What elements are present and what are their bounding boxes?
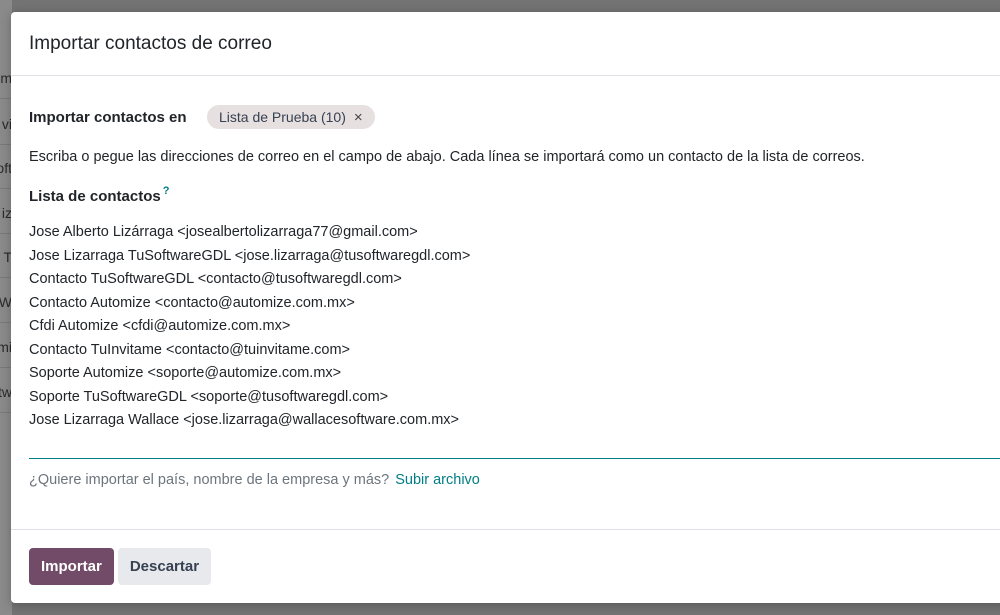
contact-line: Jose Alberto Lizárraga <josealbertolizar… <box>29 224 418 240</box>
mailing-list-tag[interactable]: Lista de Prueba (10) × <box>207 105 375 129</box>
close-icon[interactable]: × <box>354 110 363 125</box>
contacts-list-label: Lista de contactos? <box>29 185 170 205</box>
contact-line: Soporte TuSoftwareGDL <soporte@tusoftwar… <box>29 388 389 405</box>
contact-line: Contacto Automize <contacto@automize.com… <box>29 294 355 311</box>
mailing-list-tag-label: Lista de Prueba (10) <box>219 109 346 125</box>
dialog-footer: Importar Descartar <box>11 529 1000 603</box>
discard-button[interactable]: Descartar <box>117 548 212 585</box>
help-tooltip-icon[interactable]: ? <box>163 185 170 197</box>
import-file-hint: ¿Quiere importar el país, nombre de la e… <box>29 472 480 488</box>
contact-line: Cfdi Automize <cfdi@automize.com.mx> <box>29 318 291 334</box>
import-button[interactable]: Importar <box>29 548 114 585</box>
contacts-list-label-text: Lista de contactos <box>29 188 161 205</box>
mailing-list-label: Importar contactos en <box>29 108 187 126</box>
contact-line: Contacto TuInvitame <contacto@tuinvitame… <box>29 341 350 358</box>
contact-line: Soporte Automize <soporte@automize.com.m… <box>29 365 342 381</box>
dialog-header: Importar contactos de correo <box>11 12 1000 76</box>
contact-line: Jose Lizarraga TuSoftwareGDL <jose.lizar… <box>29 247 471 264</box>
import-file-hint-text: ¿Quiere importar el país, nombre de la e… <box>29 472 390 488</box>
instructions-text: Escriba o pegue las direcciones de corre… <box>29 149 865 165</box>
mailing-list-field: Importar contactos en Lista de Prueba (1… <box>29 105 375 129</box>
contacts-textarea[interactable]: Jose Alberto Lizárraga <josealbertolizar… <box>29 221 1000 459</box>
contact-line: Contacto TuSoftwareGDL <contacto@tusoftw… <box>29 271 402 287</box>
import-contacts-dialog: Importar contactos de correo Importar co… <box>11 12 1000 603</box>
dialog-body: Importar contactos en Lista de Prueba (1… <box>11 76 1000 528</box>
upload-file-link[interactable]: Subir archivo <box>395 472 480 488</box>
dialog-title: Importar contactos de correo <box>29 32 272 54</box>
contact-line: Jose Lizarraga Wallace <jose.lizarraga@w… <box>29 412 460 428</box>
